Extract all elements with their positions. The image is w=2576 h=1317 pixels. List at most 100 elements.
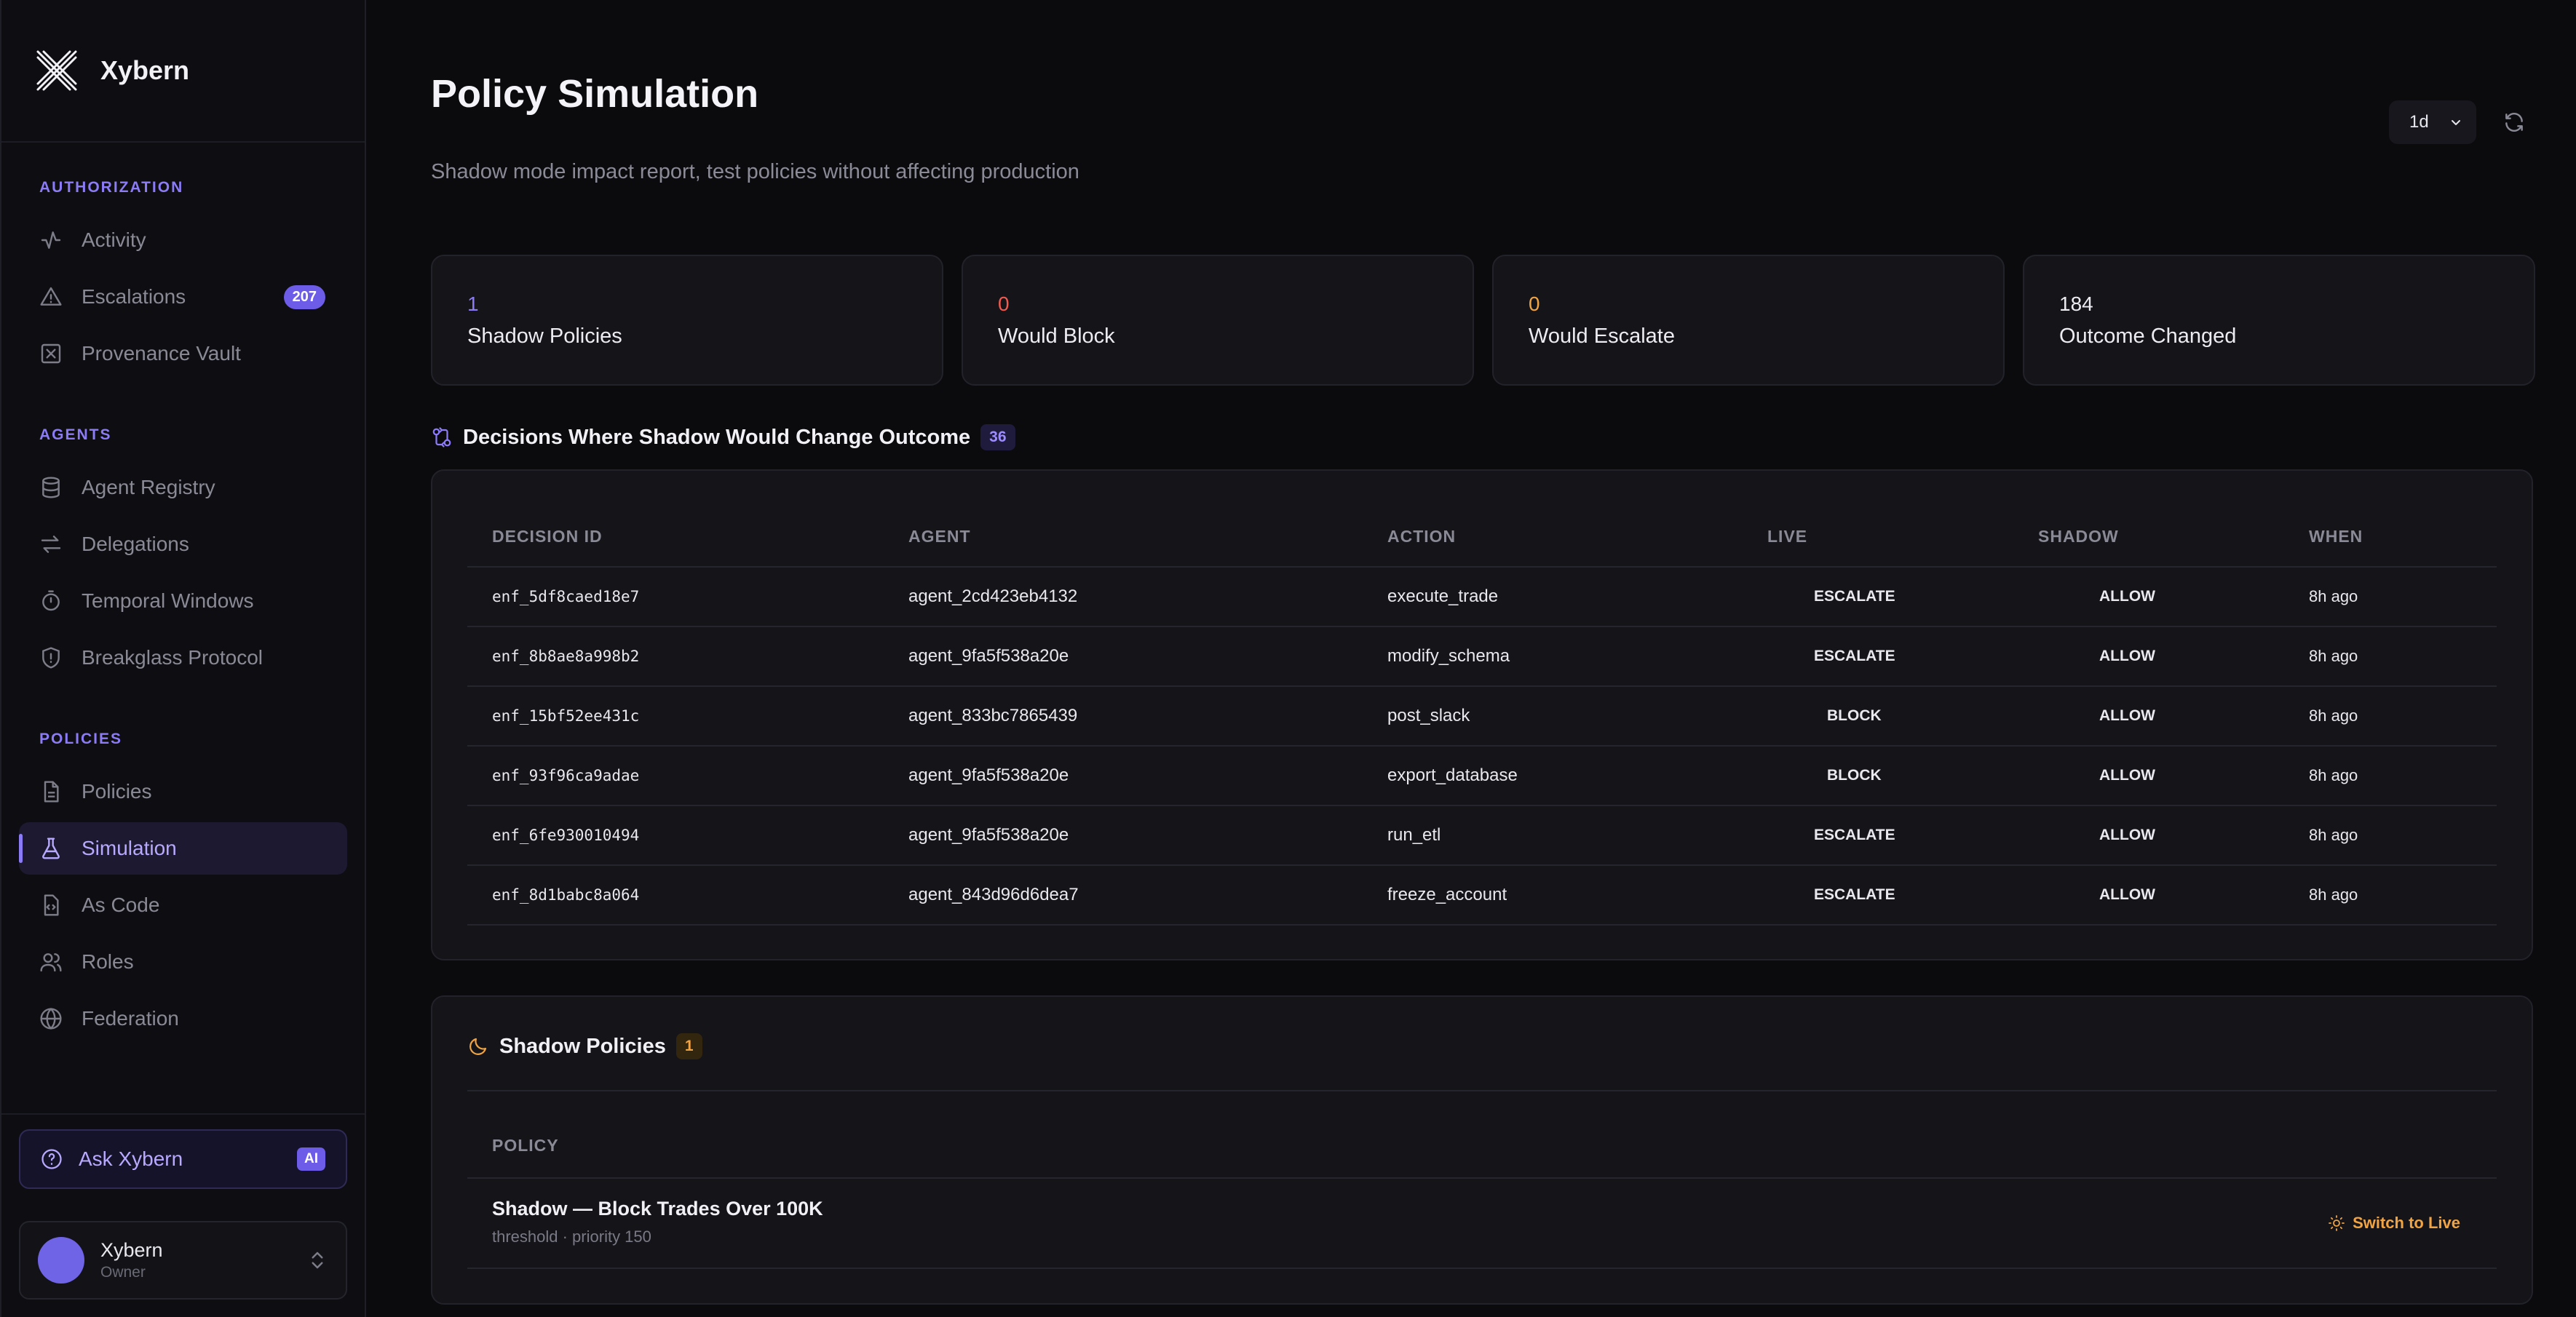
table-row[interactable]: enf_93f96ca9adae agent_9fa5f538a20e expo…	[467, 746, 2497, 806]
sidebar-item-label: Simulation	[82, 837, 177, 859]
vault-icon	[39, 342, 63, 365]
table-row[interactable]: enf_8b8ae8a998b2 agent_9fa5f538a20e modi…	[467, 626, 2497, 687]
page-title: Policy Simulation	[431, 72, 759, 116]
sidebar-item-temporal-windows[interactable]: Temporal Windows	[19, 575, 347, 627]
sidebar-item-policies[interactable]: Policies	[19, 765, 347, 818]
flask-icon	[39, 837, 63, 860]
shield-icon	[39, 646, 63, 669]
decision-id: enf_6fe930010494	[467, 805, 884, 866]
git-compare-icon	[432, 427, 451, 447]
stat-label: Would Block	[998, 325, 1115, 348]
document-icon	[39, 780, 63, 803]
shadow-policies-panel: Shadow Policies 1 POLICY Shadow — Block …	[431, 995, 2533, 1305]
when: 8h ago	[2284, 686, 2497, 747]
time-range-select[interactable]: 1d	[2389, 100, 2476, 144]
sidebar: Xybern AUTHORIZATION Activity Escalation…	[0, 0, 366, 1317]
brand-name: Xybern	[100, 55, 190, 85]
live-status: ESCALATE	[1743, 567, 2013, 627]
database-icon	[39, 476, 63, 499]
stat-value: 0	[1529, 293, 1540, 315]
sidebar-item-agent-registry[interactable]: Agent Registry	[19, 461, 347, 514]
sun-icon	[2329, 1215, 2345, 1231]
sidebar-item-label: Policies	[82, 780, 152, 803]
table-row[interactable]: enf_5df8caed18e7 agent_2cd423eb4132 exec…	[467, 567, 2497, 627]
sidebar-item-label: Temporal Windows	[82, 589, 254, 612]
user-name: Xybern	[100, 1239, 163, 1261]
sidebar-item-federation[interactable]: Federation	[19, 992, 347, 1045]
ask-xybern-label: Ask Xybern	[79, 1147, 183, 1170]
sidebar-item-activity[interactable]: Activity	[19, 214, 347, 266]
live-status: BLOCK	[1743, 686, 2013, 747]
decision-id: enf_8d1babc8a064	[467, 865, 884, 926]
section-label: AUTHORIZATION	[39, 179, 184, 196]
action-name: modify_schema	[1363, 626, 1743, 687]
shadow-status: ALLOW	[2013, 805, 2284, 866]
sidebar-item-delegations[interactable]: Delegations	[19, 518, 347, 570]
agent-id: agent_2cd423eb4132	[884, 567, 1363, 627]
sidebar-item-label: Provenance Vault	[82, 342, 241, 365]
escalations-count-badge: 207	[283, 285, 325, 309]
sidebar-item-label: Federation	[82, 1007, 179, 1030]
stat-label: Would Escalate	[1529, 325, 1675, 348]
sidebar-item-label: Breakglass Protocol	[82, 646, 263, 669]
stat-label: Shadow Policies	[467, 325, 622, 348]
column-header: LIVE	[1743, 507, 2013, 568]
shadow-status: ALLOW	[2013, 746, 2284, 806]
sidebar-item-escalations[interactable]: Escalations 207	[19, 271, 347, 323]
stat-card-would-block: 0 Would Block	[962, 255, 1474, 386]
sidebar-item-provenance-vault[interactable]: Provenance Vault	[19, 327, 347, 380]
stat-card-outcome-changed: 184 Outcome Changed	[2023, 255, 2535, 386]
ai-badge: AI	[297, 1147, 325, 1171]
sidebar-item-breakglass-protocol[interactable]: Breakglass Protocol	[19, 632, 347, 684]
timer-icon	[39, 589, 63, 613]
agent-id: agent_9fa5f538a20e	[884, 746, 1363, 806]
brand[interactable]: Xybern	[1, 0, 365, 143]
arrows-exchange-icon	[39, 533, 63, 556]
table-row[interactable]: enf_6fe930010494 agent_9fa5f538a20e run_…	[467, 805, 2497, 866]
action-name: execute_trade	[1363, 567, 1743, 627]
switch-to-live-label: Switch to Live	[2353, 1214, 2460, 1232]
nav-section-authorization: AUTHORIZATION Activity Escalations 207 P…	[1, 179, 365, 380]
shadow-status: ALLOW	[2013, 626, 2284, 687]
column-header: SHADOW	[2013, 507, 2284, 568]
shadow-policies-table: POLICY Shadow — Block Trades Over 100K t…	[467, 1090, 2497, 1269]
table-row[interactable]: enf_15bf52ee431c agent_833bc7865439 post…	[467, 686, 2497, 747]
decisions-count-badge: 36	[980, 424, 1015, 450]
help-circle-icon	[41, 1149, 62, 1169]
table-row[interactable]: enf_8d1babc8a064 agent_843d96d6dea7 free…	[467, 865, 2497, 926]
action-name: freeze_account	[1363, 865, 1743, 926]
sidebar-item-label: As Code	[82, 894, 160, 916]
policy-meta: threshold · priority 150	[492, 1228, 651, 1246]
section-label: POLICIES	[39, 731, 123, 747]
live-status: ESCALATE	[1743, 805, 2013, 866]
agent-id: agent_9fa5f538a20e	[884, 805, 1363, 866]
refresh-icon[interactable]	[2502, 111, 2526, 134]
globe-icon	[39, 1007, 63, 1030]
decision-id: enf_15bf52ee431c	[467, 686, 884, 747]
column-header: ACTION	[1363, 507, 1743, 568]
sidebar-item-label: Agent Registry	[82, 476, 215, 498]
user-role: Owner	[100, 1264, 146, 1281]
decisions-table: DECISION ID AGENT ACTION LIVE SHADOW WHE…	[467, 507, 2497, 926]
sidebar-item-simulation[interactable]: Simulation	[19, 822, 347, 875]
activity-icon	[39, 228, 63, 252]
user-menu[interactable]: Xybern Owner	[19, 1221, 347, 1300]
stat-value: 184	[2059, 293, 2093, 315]
switch-to-live-button[interactable]: Switch to Live	[2328, 1214, 2460, 1233]
sidebar-item-roles[interactable]: Roles	[19, 936, 347, 988]
column-header: POLICY	[467, 1090, 2497, 1179]
when: 8h ago	[2284, 805, 2497, 866]
ask-xybern-button[interactable]: Ask Xybern AI	[19, 1129, 347, 1189]
code-file-icon	[39, 894, 63, 917]
action-name: post_slack	[1363, 686, 1743, 747]
live-status: ESCALATE	[1743, 626, 2013, 687]
table-row[interactable]: Shadow — Block Trades Over 100K threshol…	[467, 1179, 2497, 1269]
sidebar-item-label: Roles	[82, 950, 134, 973]
shadow-policies-count-badge: 1	[675, 1033, 702, 1059]
live-status: BLOCK	[1743, 746, 2013, 806]
stat-value: 0	[998, 293, 1010, 315]
sidebar-item-as-code[interactable]: As Code	[19, 879, 347, 931]
stat-card-would-escalate: 0 Would Escalate	[1492, 255, 2005, 386]
sidebar-footer: Ask Xybern AI Xybern Owner	[1, 1113, 365, 1300]
shadow-policies-title: Shadow Policies	[499, 1034, 666, 1058]
